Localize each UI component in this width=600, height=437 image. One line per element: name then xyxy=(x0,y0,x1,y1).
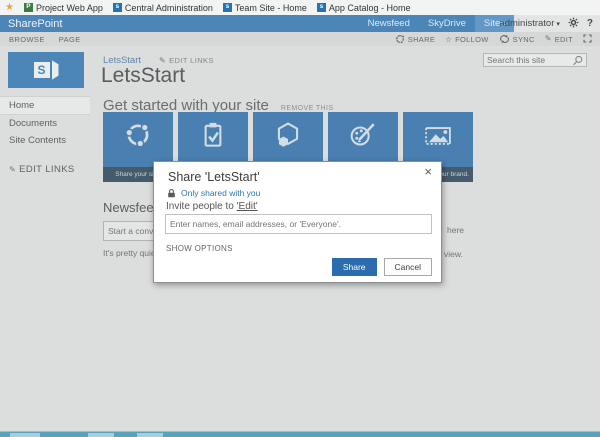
close-icon[interactable]: × xyxy=(424,165,432,178)
suite-link-newsfeed[interactable]: Newsfeed xyxy=(359,15,419,32)
share-icon xyxy=(395,34,405,44)
style-palette-icon xyxy=(350,123,375,146)
site-logo[interactable]: S xyxy=(8,52,84,88)
sidebar: Home Documents Site Contents ✎ EDIT LINK… xyxy=(0,96,90,178)
page-title: LetsStart xyxy=(101,64,186,87)
share-dialog: Share 'LetsStart' × Only shared with you… xyxy=(153,161,442,283)
search-box xyxy=(483,53,587,67)
focus-mode-icon[interactable] xyxy=(583,33,592,45)
favorite-label: Project Web App xyxy=(35,2,103,13)
newsfeed-text-fragment: view. xyxy=(444,249,463,259)
sidebar-edit-links[interactable]: ✎ EDIT LINKS xyxy=(0,161,90,178)
favorite-label: App Catalog - Home xyxy=(328,2,411,13)
screen: ★ P Project Web App s Central Administra… xyxy=(0,0,600,437)
share-submit-button[interactable]: Share xyxy=(331,258,377,277)
suite-bar-blue-section: SharePoint Newsfeed SkyDrive Sites xyxy=(0,15,514,32)
ribbon-actions: SHARE ☆ FOLLOW SYNC ✎ EDIT xyxy=(395,33,600,45)
star-icon: ☆ xyxy=(445,34,453,44)
edit-button[interactable]: ✎ EDIT xyxy=(545,35,573,44)
suite-bar-right-section: administrator ▾ ? xyxy=(499,15,600,32)
sharepoint-favicon: s xyxy=(112,3,122,12)
sidebar-item-site-contents[interactable]: Site Contents xyxy=(0,132,90,149)
taskbar-button[interactable] xyxy=(10,433,40,437)
suite-link-skydrive[interactable]: SkyDrive xyxy=(419,15,475,32)
share-site-icon xyxy=(125,123,149,148)
newsfeed-text-fragment: here xyxy=(447,225,465,235)
newsfeed-quiet-text: It's pretty quiet here. xyxy=(103,248,154,258)
sharepoint-brand: SharePoint xyxy=(8,17,63,30)
favorite-team-site-home[interactable]: s Team Site - Home xyxy=(222,2,307,13)
lock-icon xyxy=(168,188,175,198)
user-name: administrator xyxy=(499,18,555,29)
favorites-star-icon[interactable]: ★ xyxy=(5,2,14,13)
help-icon[interactable]: ? xyxy=(587,18,593,29)
ribbon-bar: BROWSE PAGE SHARE ☆ FOLLOW SYNC ✎ EDIT xyxy=(0,32,600,46)
dialog-title: Share 'LetsStart' xyxy=(168,170,260,184)
taskbar-button[interactable] xyxy=(137,433,163,437)
suite-links: Newsfeed SkyDrive Sites xyxy=(359,15,514,32)
tasks-clipboard-icon xyxy=(204,122,222,147)
favorite-app-catalog-home[interactable]: s App Catalog - Home xyxy=(316,2,411,13)
share-button[interactable]: SHARE xyxy=(395,34,435,44)
follow-button[interactable]: ☆ FOLLOW xyxy=(445,35,489,44)
sharepoint-logo-door xyxy=(51,60,59,80)
favorite-label: Central Administration xyxy=(124,2,213,13)
invite-permission: 'Edit' xyxy=(236,201,258,212)
invite-prefix: Invite people to xyxy=(166,201,237,212)
dialog-buttons: Share Cancel xyxy=(331,258,432,277)
invite-label: Invite people to 'Edit' xyxy=(166,201,258,212)
browser-favorites-bar: ★ P Project Web App s Central Administra… xyxy=(0,0,600,16)
user-menu[interactable]: administrator ▾ xyxy=(499,18,559,29)
edit-links-label: EDIT LINKS xyxy=(19,164,75,175)
sharepoint-favicon: s xyxy=(222,3,232,12)
pencil-icon: ✎ xyxy=(544,34,552,43)
shared-status-link[interactable]: Only shared with you xyxy=(167,188,260,198)
chevron-down-icon: ▾ xyxy=(556,20,560,28)
sidebar-item-documents[interactable]: Documents xyxy=(0,115,90,132)
shared-status-label: Only shared with you xyxy=(181,188,261,198)
favorite-label: Team Site - Home xyxy=(234,2,307,13)
sharepoint-favicon: s xyxy=(316,3,326,12)
brand-picture-icon xyxy=(425,127,451,145)
apps-hexagon-icon xyxy=(277,122,299,147)
remove-this-link[interactable]: REMOVE THIS xyxy=(281,105,334,112)
sharepoint-logo-s: S xyxy=(33,62,50,78)
tab-browse[interactable]: BROWSE xyxy=(9,35,45,44)
favorite-central-administration[interactable]: s Central Administration xyxy=(112,2,213,13)
invite-people-input[interactable] xyxy=(165,214,432,234)
cancel-button[interactable]: Cancel xyxy=(383,258,432,277)
sidebar-item-home[interactable]: Home xyxy=(0,96,90,115)
sync-icon xyxy=(499,34,509,44)
search-input[interactable] xyxy=(484,55,572,65)
taskbar-button[interactable] xyxy=(88,433,114,437)
favorite-project-web-app[interactable]: P Project Web App xyxy=(23,2,103,13)
sync-label: SYNC xyxy=(512,34,535,44)
edit-label: EDIT xyxy=(554,34,573,44)
show-options-link[interactable]: SHOW OPTIONS xyxy=(166,244,233,253)
pencil-icon: ✎ xyxy=(9,164,17,174)
os-taskbar xyxy=(0,431,600,437)
search-icon[interactable] xyxy=(572,55,586,66)
ribbon-tabs: BROWSE PAGE xyxy=(0,35,81,44)
project-favicon: P xyxy=(23,3,33,12)
tab-page[interactable]: PAGE xyxy=(59,35,81,44)
gear-icon[interactable] xyxy=(568,17,579,31)
follow-label: FOLLOW xyxy=(455,34,489,44)
suite-bar: SharePoint Newsfeed SkyDrive Sites admin… xyxy=(0,15,600,32)
share-label: SHARE xyxy=(407,34,436,44)
sync-button[interactable]: SYNC xyxy=(499,34,535,44)
